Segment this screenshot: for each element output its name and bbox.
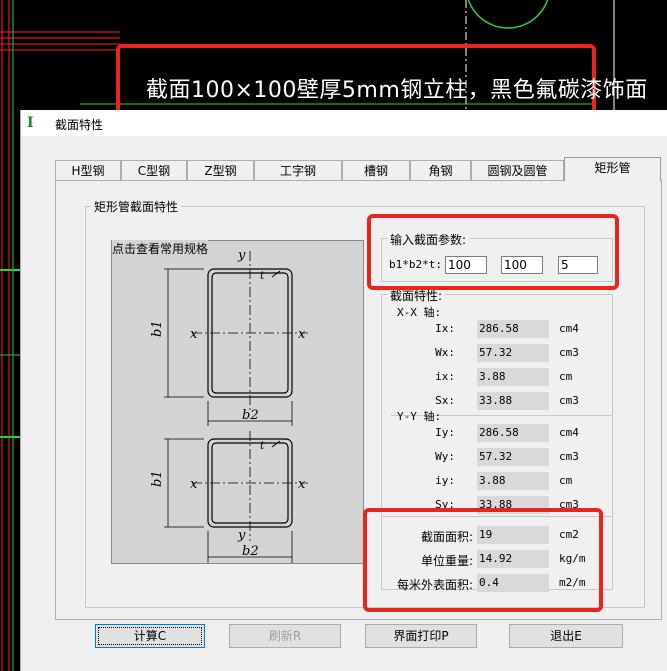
exit-button[interactable]: 退出E [509,624,623,648]
dialog-titlebar[interactable]: I 截面特性 [21,110,667,136]
wy-unit: cm3 [559,450,579,463]
ix-label: Ix: [435,322,455,335]
diagram-y-label-bottom: y [237,528,246,543]
section-properties-dialog: I 截面特性 H型钢 C型钢 Z型钢 工字钢 槽钢 角钢 圆钢及圆管 矩形管 矩… [20,110,667,671]
diagram-t-label-top: t [260,269,265,282]
t-input[interactable]: 5 [558,256,598,274]
dialog-title: 截面特性 [55,118,104,132]
area-value: 19 [477,526,549,544]
b2-input[interactable]: 100 [501,256,543,274]
tab-i-beam[interactable]: 工字钢 [254,160,342,180]
tab-channel[interactable]: 槽钢 [342,160,410,180]
tab-h-steel[interactable]: H型钢 [55,160,121,180]
tab-c-steel[interactable]: C型钢 [121,160,187,180]
wx-value: 57.32 [477,344,549,362]
tab-rect-tube[interactable]: 矩形管 [564,157,661,181]
area-unit: cm2 [559,528,579,541]
diagram-b1-label-bottom: b1 [150,470,165,487]
print-button[interactable]: 界面打印P [365,624,477,648]
weight-label: 单位重量: [420,554,473,568]
wx-label: Wx: [435,346,455,359]
yy-axis-label: Y-Y 轴: [397,410,442,423]
diagram-b1-label-top: b1 [150,320,165,337]
surface-area-unit: m2/m [559,576,586,589]
iy-radius-value: 3.88 [477,472,549,490]
tab-round-tube[interactable]: 圆钢及圆管 [471,160,564,180]
calc-button[interactable]: 计算C [95,624,205,648]
input-params-title: 输入截面参数: [387,231,470,248]
refresh-button[interactable]: 刷新R [229,624,341,648]
cad-annotation-text: 截面100×100壁厚5mm钢立柱，黑色氟碳漆饰面 [146,78,648,103]
ix-radius-label: ix: [435,370,455,383]
tab-z-steel[interactable]: Z型钢 [187,160,254,180]
sy-unit: cm3 [559,498,579,511]
wx-unit: cm3 [559,346,579,359]
summary-divider [381,516,613,517]
iy-value: 286.58 [477,424,549,442]
i-beam-icon: I [27,115,34,131]
area-label: 截面面积: [420,530,473,544]
tab-angle[interactable]: 角钢 [410,160,471,180]
b1-input[interactable]: 100 [445,256,487,274]
diagram-b2-label-bottom: b2 [242,544,259,559]
diagram-y-label-top: y [237,248,246,263]
ix-value: 286.58 [477,320,549,338]
iy-unit: cm4 [559,426,579,439]
iy-label: Iy: [435,426,455,439]
surface-area-value: 0.4 [477,574,549,592]
ix-radius-value: 3.88 [477,368,549,386]
iy-radius-label: iy: [435,474,455,487]
b1-b2-t-label: b1*b2*t: [389,258,442,271]
wy-label: Wy: [435,450,455,463]
diagram-x-label-left-2: x [190,477,198,492]
sy-value: 33.88 [477,496,549,514]
ix-radius-unit: cm [559,370,573,383]
surface-area-label: 每米外表面积: [396,578,473,592]
ix-unit: cm4 [559,322,579,335]
iy-radius-unit: cm [559,474,573,487]
rect-tube-group-title: 矩形管截面特性 [91,198,182,215]
sx-label: Sx: [435,394,455,407]
section-preview[interactable]: 点击查看常用规格 y t x x b1 b2 t x x b1 y b2 [111,240,364,564]
section-type-tabs: H型钢 C型钢 Z型钢 工字钢 槽钢 角钢 圆钢及圆管 矩形管 [55,157,665,182]
section-props-title: 截面特性: [387,287,446,304]
diagram-x-label-left: x [190,327,198,342]
weight-value: 14.92 [477,550,549,568]
weight-unit: kg/m [559,552,586,565]
sx-unit: cm3 [559,394,579,407]
rect-tube-diagram: y t x x b1 b2 t x x b1 y b2 [150,248,308,563]
diagram-x-label-right: x [298,327,306,342]
sx-value: 33.88 [477,392,549,410]
diagram-t-label-bottom: t [260,439,265,452]
sy-label: Sy: [435,498,455,511]
wy-value: 57.32 [477,448,549,466]
diagram-x-label-right-2: x [298,477,306,492]
diagram-b2-label-top: b2 [242,408,259,423]
